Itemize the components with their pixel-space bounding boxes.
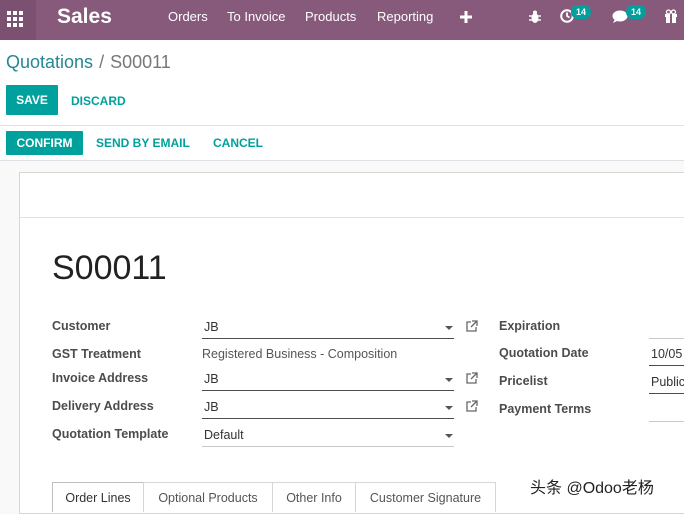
tab-customer-signature[interactable]: Customer Signature <box>355 482 496 512</box>
delivery-address-label: Delivery Address <box>52 399 154 413</box>
customer-field[interactable]: JB <box>204 320 219 334</box>
pricelist-underline <box>649 393 684 394</box>
apps-menu-button[interactable] <box>0 0 36 40</box>
quotation-date-field[interactable]: 10/05 <box>651 347 682 361</box>
apps-grid-icon <box>7 11 23 27</box>
invoice-address-dropdown-caret-icon[interactable] <box>445 378 453 382</box>
payment-terms-label: Payment Terms <box>499 402 592 416</box>
menu-orders[interactable]: Orders <box>168 9 208 24</box>
invoice-address-underline <box>202 390 454 391</box>
form-sheet: S00011 Customer JB GST Treatment Registe… <box>19 172 684 514</box>
pricelist-field[interactable]: Public <box>651 375 684 389</box>
delivery-address-underline <box>202 418 454 419</box>
expiration-field[interactable] <box>649 338 684 339</box>
send-by-email-button[interactable]: SEND BY EMAIL <box>96 136 190 150</box>
menu-to-invoice[interactable]: To Invoice <box>227 9 286 24</box>
gst-treatment-value: Registered Business - Composition <box>202 347 398 361</box>
bug-icon[interactable] <box>529 10 541 24</box>
gst-treatment-label: GST Treatment <box>52 347 141 361</box>
save-button[interactable]: SAVE <box>6 85 58 115</box>
invoice-address-external-link-icon[interactable] <box>465 372 478 385</box>
breadcrumb-separator: / <box>99 52 105 72</box>
menu-reporting[interactable]: Reporting <box>377 9 433 24</box>
quotation-template-underline <box>202 446 454 447</box>
breadcrumb-current: S00011 <box>110 52 171 72</box>
breadcrumb-quotations-link[interactable]: Quotations <box>6 52 93 72</box>
control-panel: Quotations / S00011 SAVE DISCARD CONFIRM S… <box>0 40 684 161</box>
delivery-address-external-link-icon[interactable] <box>465 400 478 413</box>
invoice-address-label: Invoice Address <box>52 371 149 385</box>
customer-external-link-icon[interactable] <box>465 320 478 333</box>
confirm-button[interactable]: CONFIRM <box>6 131 83 155</box>
customer-label: Customer <box>52 319 111 333</box>
quotation-name: S00011 <box>52 249 167 287</box>
delivery-address-field[interactable]: JB <box>204 400 219 414</box>
payment-terms-field[interactable] <box>649 421 684 422</box>
tab-optional-products[interactable]: Optional Products <box>143 482 273 512</box>
pricelist-label: Pricelist <box>499 374 548 388</box>
discard-button[interactable]: DISCARD <box>71 94 126 108</box>
expiration-label: Expiration <box>499 319 561 333</box>
delivery-address-dropdown-caret-icon[interactable] <box>445 406 453 410</box>
watermark: 头条 @Odoo老杨 <box>530 480 654 497</box>
quotation-template-field[interactable]: Default <box>204 428 244 442</box>
activity-count-badge: 14 <box>571 5 592 19</box>
quotation-template-label: Quotation Template <box>52 427 169 441</box>
invoice-address-field[interactable]: JB <box>204 372 219 386</box>
gift-icon[interactable] <box>664 9 678 23</box>
menu-products[interactable]: Products <box>305 9 356 24</box>
quotation-date-underline <box>649 365 684 366</box>
message-count-badge: 14 <box>626 5 647 19</box>
status-bar-separator <box>20 217 684 218</box>
breadcrumb: Quotations / S00011 <box>6 52 171 73</box>
customer-field-underline <box>202 338 454 339</box>
control-panel-divider <box>0 125 684 126</box>
plus-icon[interactable] <box>460 11 472 23</box>
cancel-button[interactable]: CANCEL <box>213 136 263 150</box>
top-navbar: Sales Orders To Invoice Products Reporti… <box>0 0 684 40</box>
quotation-date-label: Quotation Date <box>499 346 589 360</box>
tab-other-info[interactable]: Other Info <box>272 482 356 512</box>
tab-order-lines[interactable]: Order Lines <box>52 482 144 512</box>
app-title[interactable]: Sales <box>57 5 112 29</box>
quotation-template-dropdown-caret-icon[interactable] <box>445 434 453 438</box>
customer-dropdown-caret-icon[interactable] <box>445 326 453 330</box>
